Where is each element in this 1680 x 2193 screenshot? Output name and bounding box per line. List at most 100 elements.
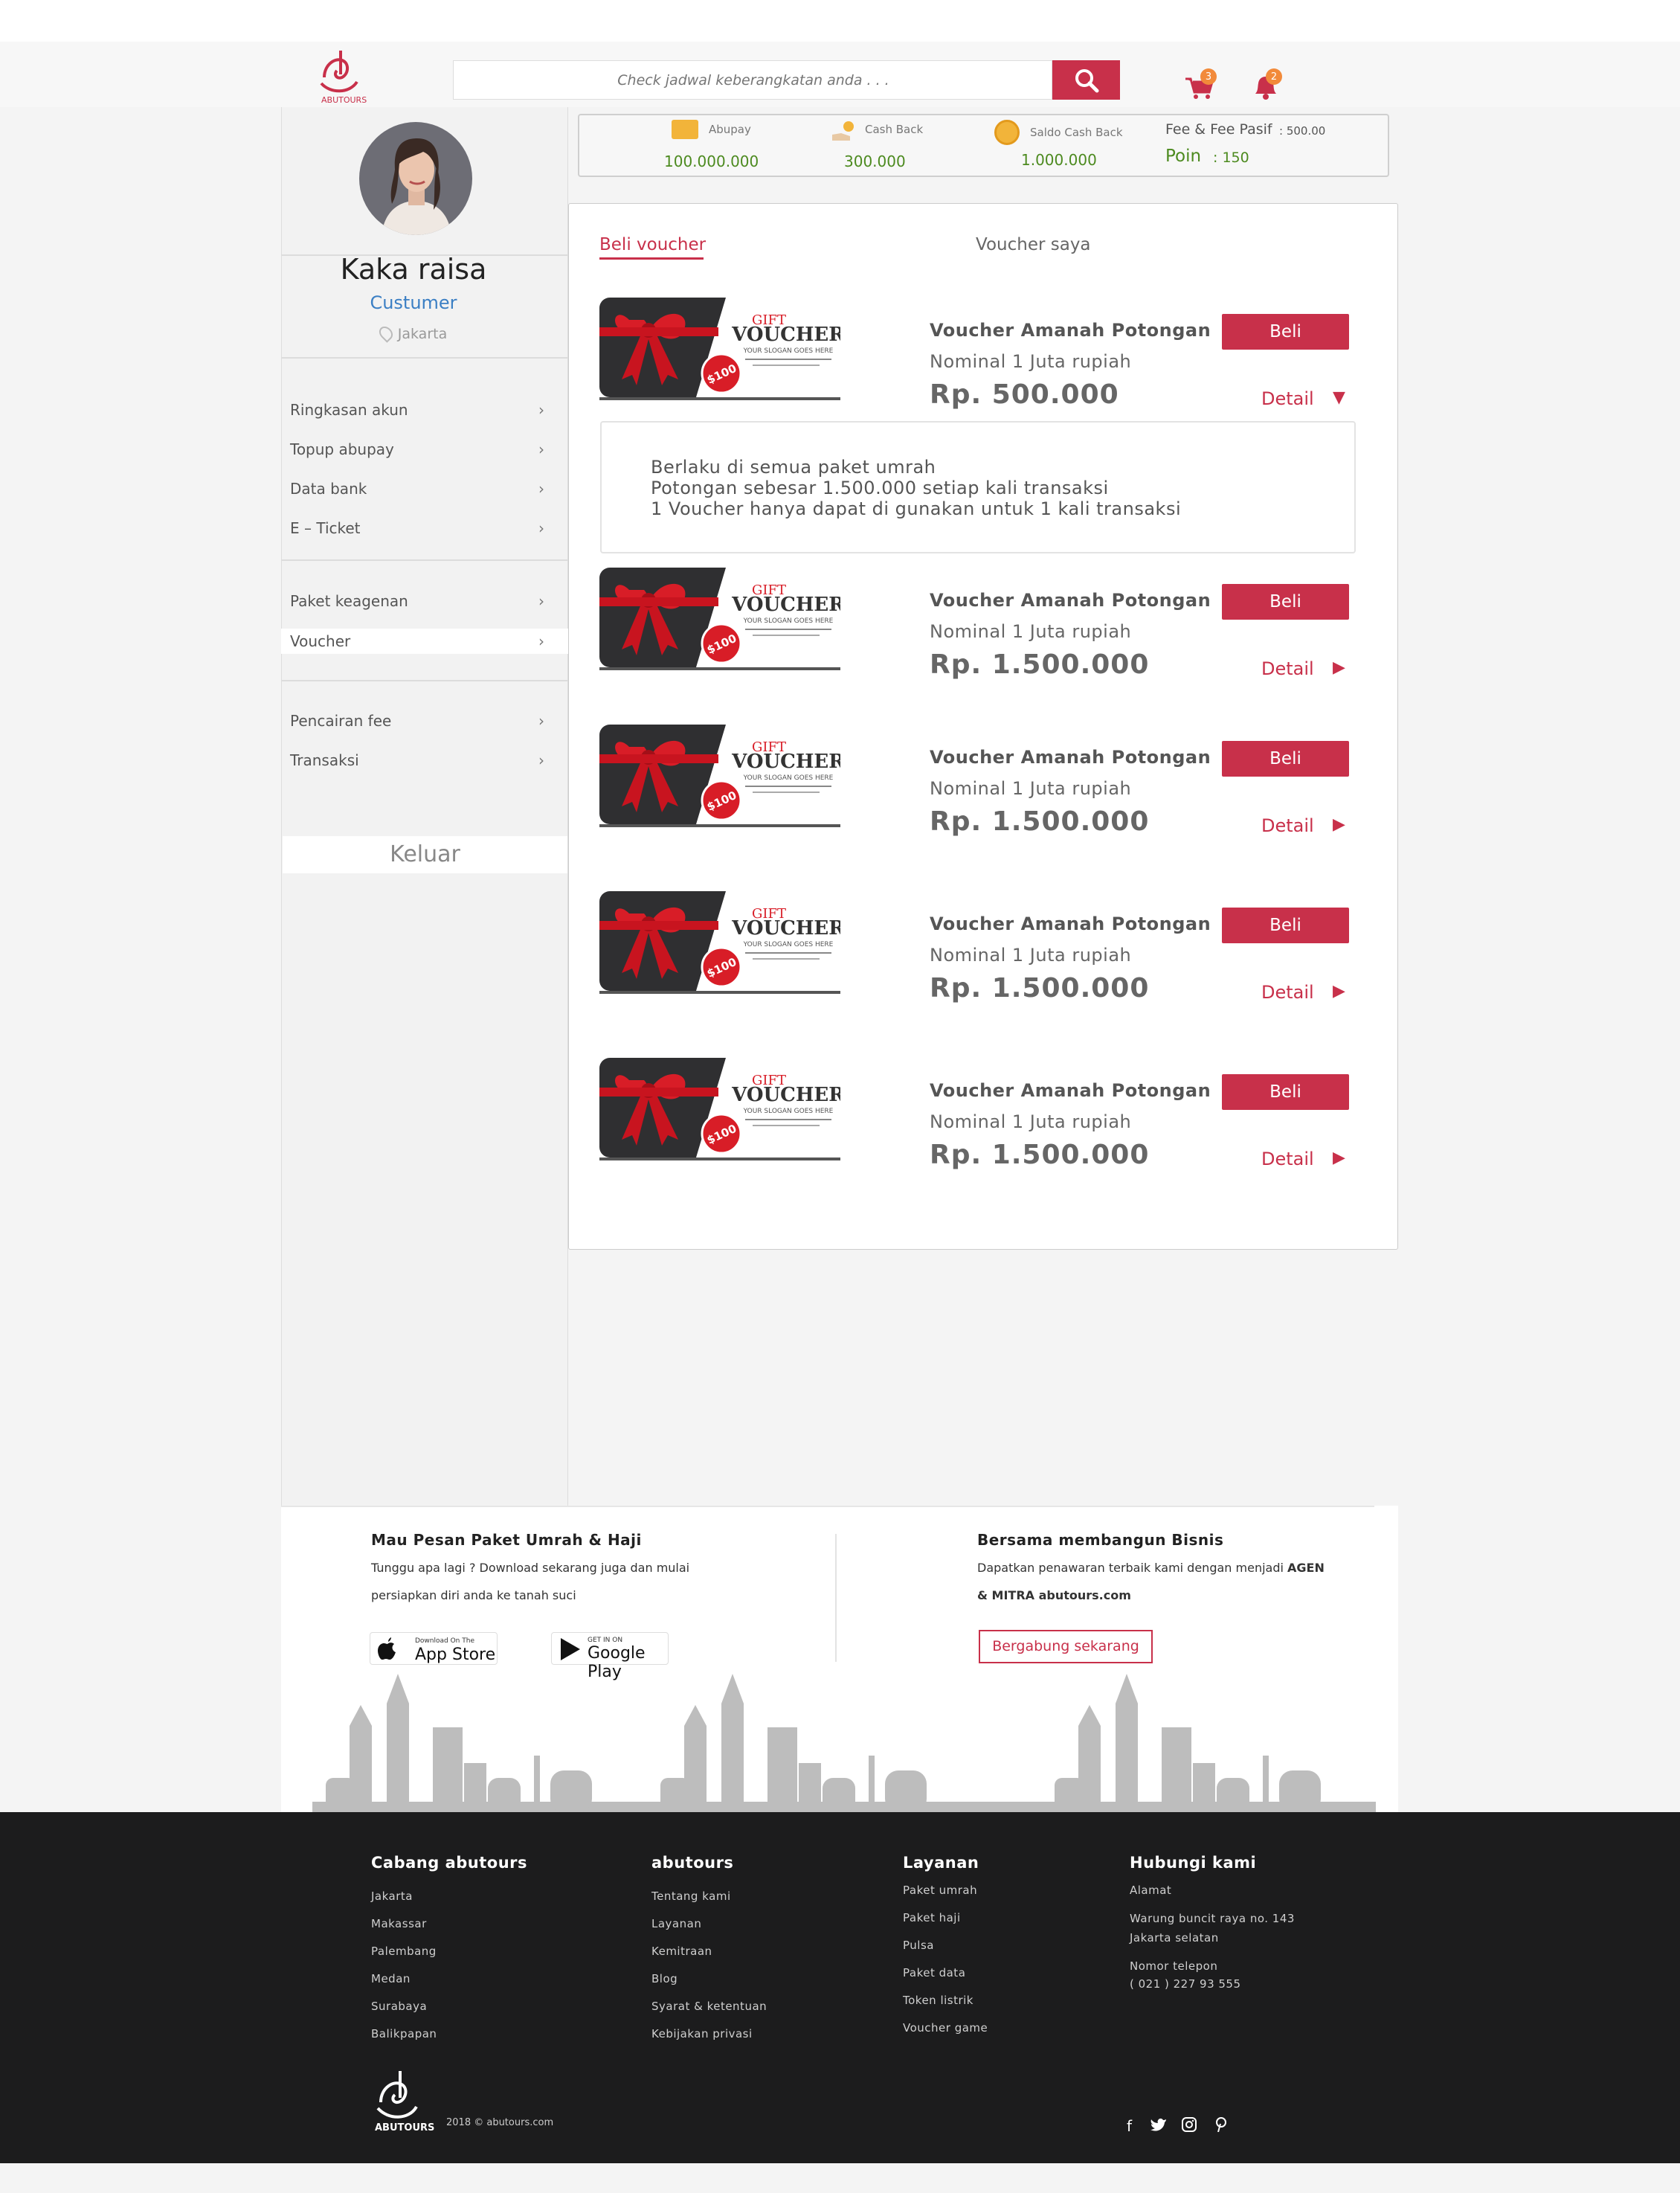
sidebar-item-e-ticket[interactable]: E – Ticket › xyxy=(281,516,568,541)
svg-text:ABUTOURS: ABUTOURS xyxy=(375,2122,434,2133)
svg-text:ABUTOURS: ABUTOURS xyxy=(321,95,367,105)
caret-right-icon[interactable]: ▶ xyxy=(1333,658,1345,677)
buy-voucher-button[interactable]: Beli xyxy=(1222,908,1349,943)
caret-right-icon[interactable]: ▶ xyxy=(1333,1149,1345,1167)
app-store-button[interactable]: Download On The App Store xyxy=(370,1632,498,1665)
footer-link[interactable]: Tentang kami xyxy=(651,1889,731,1903)
footer-link[interactable]: Paket data xyxy=(903,1966,965,1980)
sidebar-item-transaksi[interactable]: Transaksi › xyxy=(281,748,568,773)
caret-right-icon[interactable]: ▶ xyxy=(1333,815,1345,834)
location-pin-icon xyxy=(376,324,396,343)
wallet-summary: Abupay 100.000.000 Cash Back 300.000 Sal… xyxy=(578,114,1389,177)
search-field[interactable] xyxy=(453,60,1053,100)
sidebar-item-ringkasan-akun[interactable]: Ringkasan akun › xyxy=(281,397,568,423)
sidebar-divider xyxy=(281,680,568,681)
footer-link[interactable]: Kemitraan xyxy=(651,1945,712,1958)
voucher-detail-link[interactable]: Detail xyxy=(1261,982,1314,1003)
footer-link[interactable]: Jakarta xyxy=(371,1889,413,1903)
twitter-icon[interactable] xyxy=(1150,2117,1167,2136)
voucher-detail-link[interactable]: Detail xyxy=(1261,658,1314,679)
caret-right-icon[interactable]: ▶ xyxy=(1333,982,1345,1001)
buy-voucher-button[interactable]: Beli xyxy=(1222,1074,1349,1110)
voucher-slogan-text: YOUR SLOGAN GOES HERE xyxy=(743,617,834,625)
voucher-price: Rp. 1.500.000 xyxy=(930,649,1150,680)
sidebar-item-label: Transaksi xyxy=(290,751,359,769)
tab-voucher-saya[interactable]: Voucher saya xyxy=(976,235,1091,254)
sidebar-item-label: Data bank xyxy=(290,480,367,498)
sidebar-item-paket-keagenan[interactable]: Paket keagenan › xyxy=(281,588,568,614)
join-now-button[interactable]: Bergabung sekarang xyxy=(979,1630,1153,1663)
detail-line: 1 Voucher hanya dapat di gunakan untuk 1… xyxy=(651,498,1182,519)
gift-voucher-image: $100 GIFT VOUCHER YOUR SLOGAN GOES HERE xyxy=(599,568,845,673)
footer-link[interactable]: Paket umrah xyxy=(903,1884,977,1897)
buy-voucher-button[interactable]: Beli xyxy=(1222,314,1349,350)
buy-voucher-button[interactable]: Beli xyxy=(1222,584,1349,620)
sidebar-item-pencairan-fee[interactable]: Pencairan fee › xyxy=(281,708,568,733)
footer-address-line: Warung buncit raya no. 143 xyxy=(1130,1912,1295,1925)
tab-beli-voucher[interactable]: Beli voucher xyxy=(599,235,706,254)
notification-button[interactable]: 2 xyxy=(1248,68,1284,107)
footer-link[interactable]: Voucher game xyxy=(903,2021,988,2035)
footer-link[interactable]: Syarat & ketentuan xyxy=(651,2000,767,2013)
footer-link[interactable]: Pulsa xyxy=(903,1939,934,1952)
search-input[interactable] xyxy=(454,61,1053,99)
google-play-button[interactable]: GET IN ON Google Play xyxy=(551,1632,669,1681)
voucher-heading-text: VOUCHER xyxy=(731,324,840,346)
logout-button[interactable]: Keluar xyxy=(283,836,567,873)
footer-link[interactable]: Kebijakan privasi xyxy=(651,2027,753,2041)
voucher-detail-link[interactable]: Detail xyxy=(1261,1149,1314,1169)
cart-button[interactable]: 3 xyxy=(1182,68,1218,107)
instagram-icon[interactable] xyxy=(1182,2117,1197,2136)
user-city: Jakarta xyxy=(397,326,448,342)
footer-link[interactable]: Palembang xyxy=(371,1945,437,1958)
chevron-right-icon: › xyxy=(538,712,544,730)
voucher-title: Voucher Amanah Potongan xyxy=(930,590,1211,611)
chevron-right-icon: › xyxy=(538,632,544,650)
footer-col-title: Hubungi kami xyxy=(1130,1854,1257,1872)
footer-col-title: Layanan xyxy=(903,1854,979,1872)
sidebar-item-voucher[interactable]: Voucher › xyxy=(281,629,568,654)
footer-link[interactable]: Paket haji xyxy=(903,1911,961,1924)
pinterest-icon[interactable] xyxy=(1214,2117,1228,2136)
abupay-label: Abupay xyxy=(709,123,751,136)
footer-link[interactable]: Layanan xyxy=(651,1917,701,1930)
app-store-small: Download On The xyxy=(415,1637,474,1645)
facebook-icon[interactable]: f xyxy=(1127,2117,1132,2135)
voucher-detail-link[interactable]: Detail xyxy=(1261,815,1314,836)
footer-logo[interactable]: ABUTOURS xyxy=(367,2065,434,2133)
cart-badge: 3 xyxy=(1200,68,1217,85)
buy-voucher-button[interactable]: Beli xyxy=(1222,741,1349,777)
footer-link[interactable]: Makassar xyxy=(371,1917,427,1930)
search-button[interactable] xyxy=(1052,60,1120,100)
abutours-logo[interactable]: ABUTOURS xyxy=(311,45,372,106)
voucher-title: Voucher Amanah Potongan xyxy=(930,320,1211,341)
gift-voucher-image: $100 GIFT VOUCHER YOUR SLOGAN GOES HERE xyxy=(599,725,845,830)
promo-left-text: persiapkan diri anda ke tanah suci xyxy=(371,1588,576,1602)
footer-link[interactable]: Blog xyxy=(651,1972,678,1985)
voucher-slogan-text: YOUR SLOGAN GOES HERE xyxy=(743,941,834,948)
sidebar-item-topup-abupay[interactable]: Topup abupay › xyxy=(281,437,568,462)
sidebar-divider xyxy=(281,357,568,359)
footer-link[interactable]: Token listrik xyxy=(903,1994,973,2007)
voucher-price: Rp. 500.000 xyxy=(930,379,1119,410)
voucher-slogan-text: YOUR SLOGAN GOES HERE xyxy=(743,1108,834,1115)
promo-left-title: Mau Pesan Paket Umrah & Haji xyxy=(371,1531,642,1549)
voucher-title: Voucher Amanah Potongan xyxy=(930,914,1211,934)
gift-voucher-image: $100 GIFT VOUCHER YOUR SLOGAN GOES HERE xyxy=(599,298,845,403)
footer-link[interactable]: Surabaya xyxy=(371,2000,427,2013)
footer-phone: ( 021 ) 227 93 555 xyxy=(1130,1977,1241,1991)
sidebar-item-data-bank[interactable]: Data bank › xyxy=(281,476,568,501)
caret-down-icon[interactable]: ▼ xyxy=(1333,388,1345,407)
copyright: 2018 © abutours.com xyxy=(446,2117,554,2128)
detail-line: Potongan sebesar 1.500.000 setiap kali t… xyxy=(651,478,1109,498)
apple-icon xyxy=(378,1637,396,1660)
voucher-detail-link[interactable]: Detail xyxy=(1261,388,1314,409)
footer-link[interactable]: Medan xyxy=(371,1972,411,1985)
sidebar-item-label: Paket keagenan xyxy=(290,592,408,610)
user-location: Jakarta xyxy=(281,324,546,343)
footer-col-title: Cabang abutours xyxy=(371,1854,528,1872)
chevron-right-icon: › xyxy=(538,751,544,769)
sidebar-item-label: E – Ticket xyxy=(290,519,361,537)
footer-link[interactable]: Balikpapan xyxy=(371,2027,437,2041)
poin-label: Poin xyxy=(1165,147,1202,166)
